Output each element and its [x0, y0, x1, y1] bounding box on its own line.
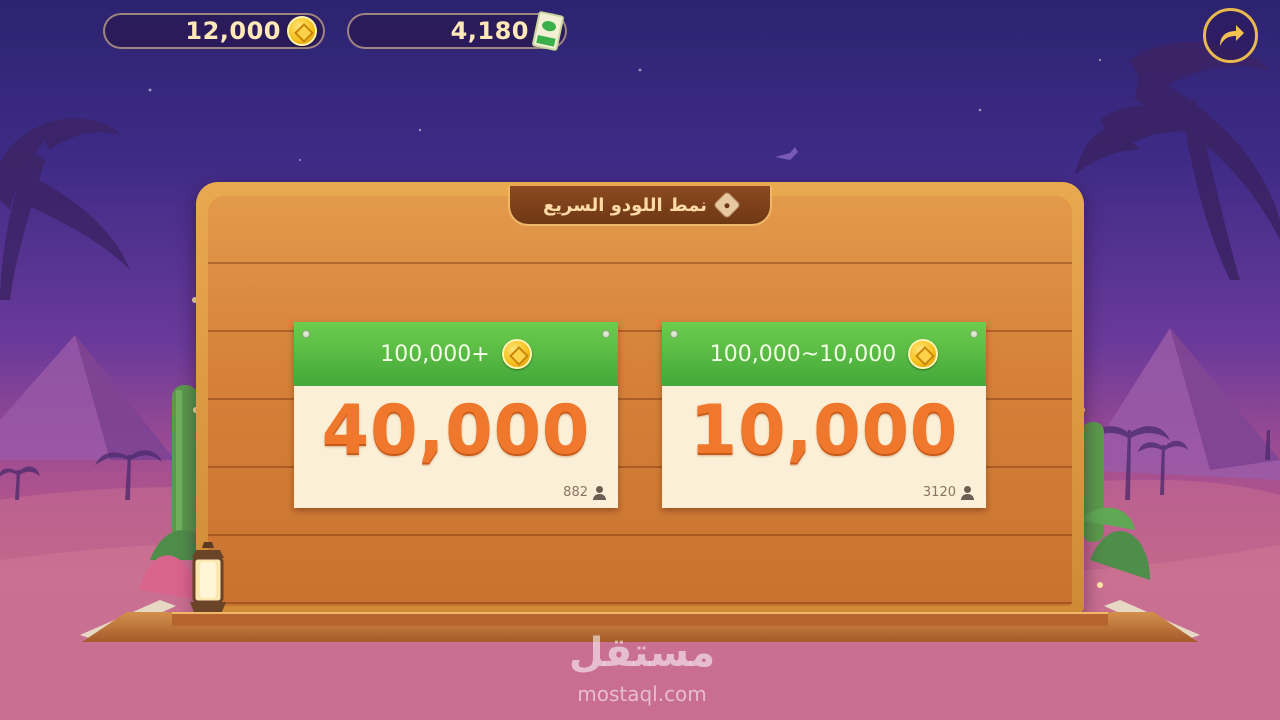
lantern-icon: [190, 542, 226, 612]
room-requirement-bar: 100,000~10,000: [662, 322, 986, 386]
gold-coin-icon: [287, 16, 317, 46]
pin-icon: [602, 330, 610, 338]
room-card-40000[interactable]: 100,000+ 40,000 882: [294, 322, 618, 508]
watermark-arabic: مستقل: [568, 630, 716, 676]
pin-icon: [970, 330, 978, 338]
room-players: 3120: [923, 485, 976, 500]
room-card-10000[interactable]: 100,000~10,000 10,000 3120: [662, 322, 986, 508]
room-requirement: 100,000~10,000: [709, 341, 897, 367]
board-title-tab: نمط اللودو السريع: [508, 186, 772, 226]
ticket-icon: [531, 10, 565, 52]
room-requirement-bar: 100,000+: [294, 322, 618, 386]
tickets-balance[interactable]: 4,180: [347, 10, 567, 52]
tickets-value: 4,180: [450, 17, 529, 45]
users-icon: [592, 485, 608, 500]
coins-balance[interactable]: 12,000: [103, 13, 325, 49]
gold-coin-icon: [908, 339, 939, 369]
players-count: 882: [563, 485, 588, 500]
players-count: 3120: [922, 485, 956, 500]
back-button[interactable]: [1203, 8, 1258, 63]
watermark-url: mostaql.com: [577, 682, 707, 706]
room-requirement: 100,000+: [380, 341, 490, 367]
board-title: نمط اللودو السريع: [542, 194, 708, 216]
curved-arrow-icon: [1219, 24, 1244, 46]
room-entry-amount: 40,000: [321, 390, 591, 470]
users-icon: [960, 485, 976, 500]
dice-icon: [712, 190, 742, 220]
coins-value: 12,000: [185, 17, 281, 45]
room-players: 882: [563, 485, 608, 500]
gold-coin-icon: [501, 339, 532, 369]
pin-icon: [302, 330, 310, 338]
board-base-trim: [172, 612, 1108, 626]
room-entry-amount: 10,000: [689, 390, 959, 470]
pin-icon: [670, 330, 678, 338]
